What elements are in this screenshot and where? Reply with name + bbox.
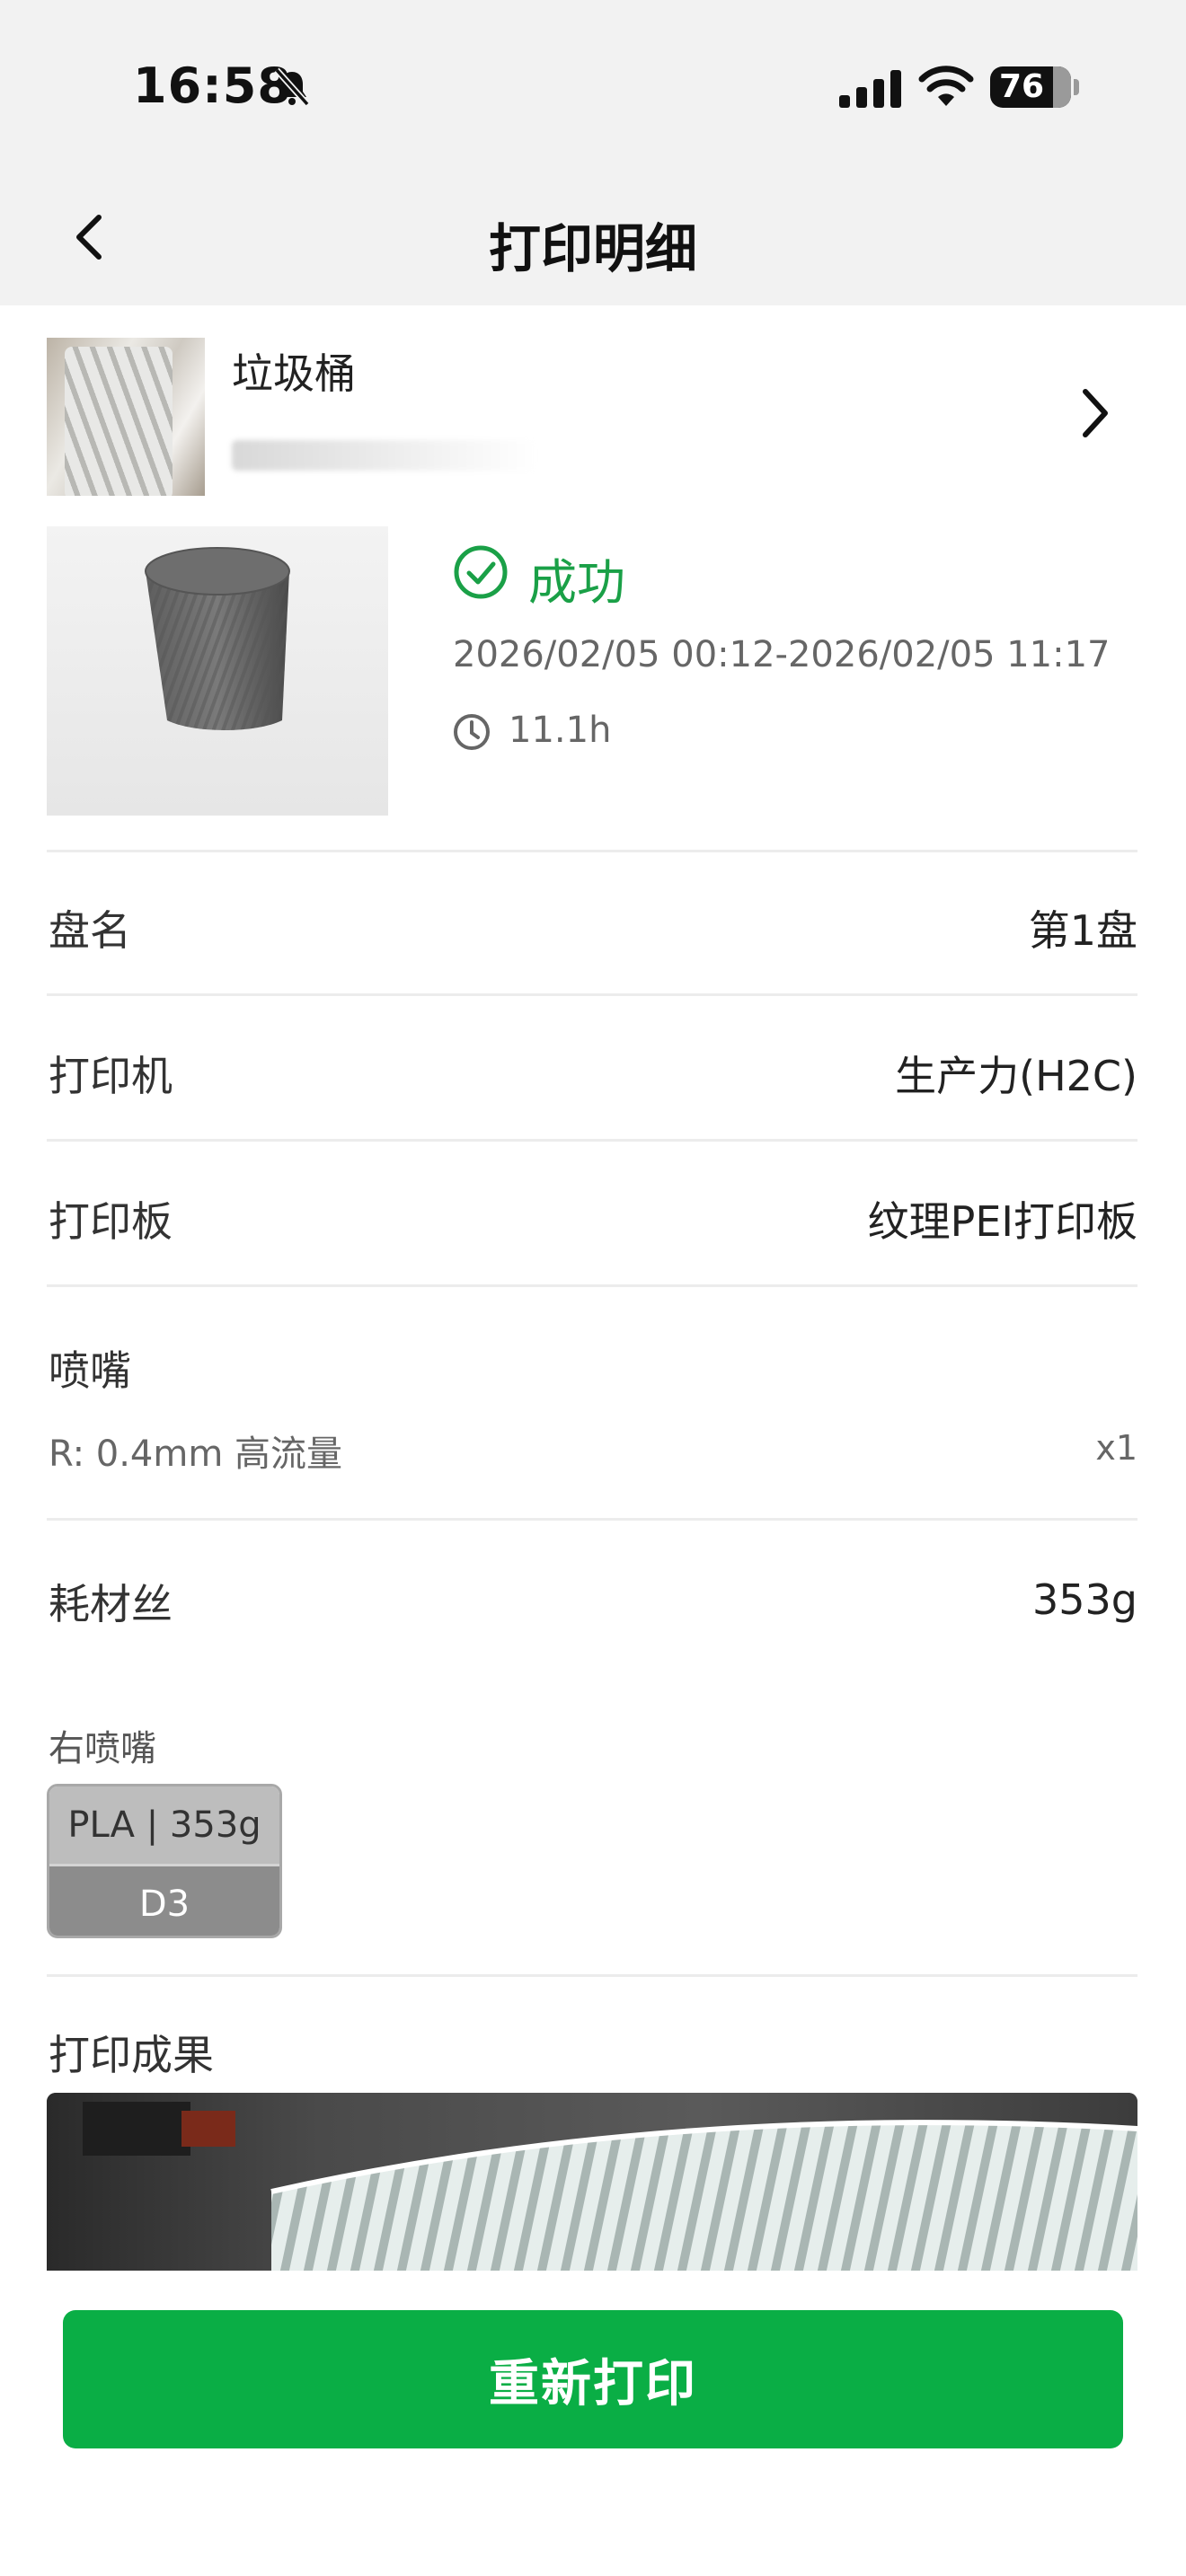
- divider: [47, 1974, 1137, 1977]
- filament-type-weight: PLA | 353g: [49, 1786, 279, 1864]
- build-plate-label: 打印板: [49, 1197, 173, 1246]
- divider: [47, 1284, 1137, 1287]
- cylinder-model-render: [145, 547, 290, 731]
- status-time: 16:58: [133, 57, 292, 114]
- plate-name-label: 盘名: [49, 906, 131, 955]
- chevron-right-icon[interactable]: [1076, 384, 1112, 442]
- divider: [47, 1518, 1137, 1521]
- navigation-bar: 打印明细: [0, 180, 1186, 305]
- print-result-photo[interactable]: [47, 2093, 1137, 2271]
- plate-name-value: 第1盘: [1028, 906, 1137, 955]
- reprint-button[interactable]: 重新打印: [63, 2310, 1123, 2448]
- bell-off-icon: [274, 67, 310, 107]
- page-title: 打印明细: [488, 218, 697, 279]
- printer-label: 打印机: [49, 1052, 173, 1100]
- model-link-row[interactable]: 垃圾桶: [0, 305, 1186, 512]
- nozzle-detail: R: 0.4mm 高流量: [49, 1434, 343, 1475]
- plate-preview-image: [47, 526, 388, 816]
- model-thumbnail-image: [65, 347, 173, 496]
- battery-tip: [1074, 79, 1079, 95]
- divider: [47, 993, 1137, 996]
- status-bar: 16:58 76: [0, 0, 1186, 180]
- wifi-icon: [918, 66, 974, 106]
- filament-total-value: 353g: [1032, 1575, 1137, 1624]
- battery-percentage: 76: [999, 68, 1045, 105]
- model-thumbnail: [47, 338, 205, 496]
- right-nozzle-label: 右喷嘴: [49, 1728, 156, 1769]
- status-text: 成功: [528, 554, 625, 611]
- bottom-action-bar: 重新打印: [0, 2271, 1186, 2576]
- filament-slot: D3: [49, 1864, 279, 1936]
- divider: [47, 1139, 1137, 1142]
- print-duration: 11.1h: [509, 710, 612, 751]
- model-name: 垃圾桶: [232, 349, 356, 398]
- filament-chip: PLA | 353g D3: [47, 1784, 282, 1938]
- print-result-label: 打印成果: [49, 2031, 214, 2079]
- print-time-range: 2026/02/05 00:12-2026/02/05 11:17: [453, 634, 1111, 675]
- divider: [47, 850, 1137, 852]
- print-detail-page: 16:58 76 打印明细 垃圾桶 成功 2026/02/05 00:12-20…: [0, 0, 1186, 2576]
- printer-value: 生产力(H2C): [895, 1052, 1137, 1100]
- nozzle-count: x1: [1095, 1428, 1137, 1468]
- model-subtitle-redacted: [232, 440, 537, 471]
- check-circle-icon: [454, 545, 508, 599]
- battery-level: [1053, 66, 1071, 108]
- battery-indicator: 76: [990, 66, 1071, 108]
- print-result-image: [47, 2093, 1137, 2271]
- cellular-signal-icon: [839, 70, 901, 108]
- filament-label: 耗材丝: [49, 1580, 173, 1628]
- clock-icon: [454, 714, 490, 750]
- build-plate-value: 纹理PEI打印板: [867, 1197, 1137, 1246]
- nozzle-label: 喷嘴: [49, 1346, 131, 1395]
